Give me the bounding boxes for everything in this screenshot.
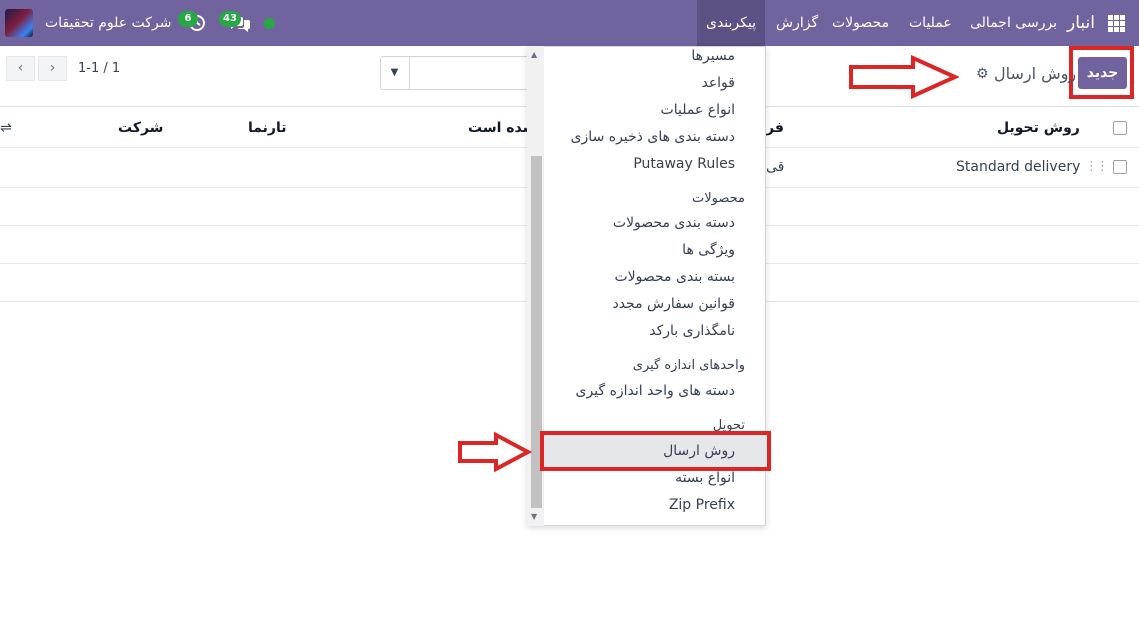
optional-columns-icon[interactable]: ⇌: [0, 120, 12, 136]
arrow-right-icon: [849, 55, 959, 99]
menu-configuration[interactable]: پیکربندی: [697, 0, 765, 46]
menu-item-zip-prefix[interactable]: Zip Prefix: [669, 497, 735, 513]
menu-item-package-types[interactable]: انواع بسته: [675, 470, 735, 486]
breadcrumb: روش ارسال: [994, 64, 1077, 83]
app-brand[interactable]: انبار: [1067, 0, 1095, 46]
column-header-delivery-method[interactable]: روش تحویل: [997, 120, 1080, 136]
menu-item-reordering-rules[interactable]: قوانین سفارش مجدد: [612, 296, 735, 312]
menu-products[interactable]: محصولات: [832, 0, 889, 46]
row-provider: قی: [766, 159, 785, 175]
menu-item-putaway-rules[interactable]: Putaway Rules: [633, 156, 735, 172]
menu-item-operation-types[interactable]: انواع عملیات: [661, 102, 735, 118]
apps-grid-icon[interactable]: [1108, 15, 1125, 32]
menu-item-attributes[interactable]: ویژگی ها: [682, 242, 735, 258]
user-avatar[interactable]: [5, 9, 33, 37]
menu-item-product-packagings[interactable]: بسته بندی محصولات: [614, 269, 735, 285]
menu-item-product-categories[interactable]: دسته بندی محصولات: [613, 215, 735, 231]
menu-item-routes[interactable]: مسیرها: [691, 48, 735, 64]
gear-icon[interactable]: ⚙: [976, 66, 989, 82]
search-options-toggle[interactable]: ▼: [380, 56, 410, 90]
top-navbar: انبار بررسی اجمالی عملیات محصولات گزارش …: [0, 0, 1139, 46]
messages-badge: 43: [219, 11, 241, 27]
select-all-checkbox[interactable]: [1113, 121, 1127, 135]
column-header-provider[interactable]: فر: [766, 120, 784, 136]
menu-section-uom: واحدهای اندازه گیری: [632, 358, 745, 373]
pager-value[interactable]: 1-1 / 1: [78, 61, 120, 76]
column-header-company[interactable]: شرکت: [118, 120, 163, 136]
company-name[interactable]: شرکت علوم تحقیقات: [45, 0, 171, 46]
scroll-up-icon[interactable]: ▲: [531, 50, 537, 59]
drag-handle-icon[interactable]: ⋮⋮: [1085, 159, 1109, 174]
pager-prev-button[interactable]: ‹: [6, 56, 35, 81]
status-dot: [264, 18, 275, 29]
menu-item-uom-categories[interactable]: دسته های واحد اندازه گیری: [576, 383, 735, 399]
menu-overview[interactable]: بررسی اجمالی: [970, 0, 1057, 46]
column-header-website[interactable]: تارنما: [248, 120, 286, 136]
menu-reporting[interactable]: گزارش: [776, 0, 818, 46]
arrow-right-icon: [458, 432, 532, 472]
menu-item-rules[interactable]: قواعد: [701, 75, 735, 91]
row-checkbox[interactable]: [1113, 160, 1127, 174]
menu-operations[interactable]: عملیات: [909, 0, 952, 46]
scroll-down-icon[interactable]: ▼: [531, 512, 537, 521]
menu-section-products: محصولات: [692, 191, 745, 206]
menu-item-barcode-nomenclatures[interactable]: نامگذاری بارکد: [649, 323, 735, 339]
menu-item-storage-categories[interactable]: دسته بندی های ذخیره سازی: [571, 129, 735, 145]
activity-badge: 6: [178, 11, 198, 27]
highlight-shipping-methods: [540, 431, 771, 471]
row-delivery-name[interactable]: Standard delivery: [956, 159, 1080, 175]
highlight-new-button: [1069, 46, 1134, 99]
pager-next-button[interactable]: ›: [38, 56, 67, 81]
